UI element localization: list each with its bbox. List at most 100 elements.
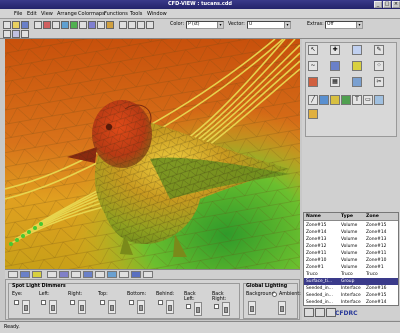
eye-checkbox[interactable] [14, 300, 19, 305]
extras-select[interactable]: Off ▾ [325, 21, 363, 29]
left-slider[interactable] [49, 300, 57, 314]
table-row[interactable]: Zone#14 Volume Zone#14 [304, 229, 398, 236]
line-tool-icon[interactable]: ╱ [308, 95, 318, 105]
bottom-checkbox[interactable] [129, 300, 134, 305]
toolbar-row2-icon[interactable] [3, 30, 11, 38]
top-checkbox[interactable] [100, 300, 105, 305]
table-row[interactable]: Zone#11 Volume Zone#11 [304, 250, 398, 257]
tab-view-8[interactable] [95, 271, 105, 278]
export-tool-icon[interactable] [308, 109, 318, 119]
right-slider[interactable] [78, 300, 86, 314]
left-checkbox[interactable] [41, 300, 46, 305]
table-row[interactable]: Seeded_in... Interface Zone#15 [304, 292, 398, 299]
column-name[interactable]: Name [306, 214, 321, 219]
probe-icon[interactable]: ✚ [330, 45, 340, 55]
table-row[interactable]: Zone#10 Volume Zone#10 [304, 257, 398, 264]
menu-tools[interactable]: Tools [130, 11, 142, 17]
surface-icon[interactable] [308, 77, 318, 87]
ambient-radio[interactable] [272, 292, 277, 297]
reset-icon[interactable] [79, 21, 87, 29]
menu-arrange[interactable]: Arrange [57, 11, 77, 17]
table-row[interactable]: Zone#13 Volume Zone#13 [304, 236, 398, 243]
back-right-slider[interactable] [222, 302, 230, 316]
behind-slider[interactable] [166, 300, 174, 314]
toolbar-row2-icon[interactable] [21, 30, 29, 38]
menu-functions[interactable]: Functions [104, 11, 128, 17]
rotate-icon[interactable] [43, 21, 51, 29]
save-icon[interactable] [21, 21, 29, 29]
mesh-icon[interactable]: ▦ [330, 77, 340, 87]
camera-icon[interactable] [119, 21, 127, 29]
tab-view-6[interactable] [71, 271, 81, 278]
tab-view-7[interactable] [83, 271, 93, 278]
table-row[interactable]: Seeded_in... Interface Zone#16 [304, 285, 398, 292]
ambient-slider[interactable] [278, 301, 286, 315]
vector-select[interactable]: U ▾ [247, 21, 291, 29]
table-row[interactable]: Truco Truco Truco [304, 271, 398, 278]
column-type[interactable]: Type [341, 214, 353, 219]
pan-icon[interactable] [61, 21, 69, 29]
zoom-icon[interactable] [52, 21, 60, 29]
open-icon[interactable] [12, 21, 20, 29]
particle-icon[interactable]: ⁘ [374, 61, 384, 71]
eye-slider[interactable] [22, 300, 30, 314]
streamline-icon[interactable]: ~ [308, 61, 318, 71]
pointer-icon[interactable]: ↖ [308, 45, 318, 55]
tab-view-10[interactable] [119, 271, 129, 278]
right-checkbox[interactable] [70, 300, 75, 305]
menu-colormaps[interactable]: Colormaps [78, 11, 105, 17]
table-row[interactable]: Zone#12 Volume Zone#12 [304, 243, 398, 250]
3d-viewport[interactable] [5, 39, 300, 269]
table-row[interactable]: Seeded_in... Interface Zone#14 [304, 299, 398, 305]
close-button[interactable]: × [392, 1, 400, 8]
table-row[interactable]: Surface_ti... Group [304, 278, 398, 285]
new-icon[interactable] [3, 21, 11, 29]
select-icon[interactable] [34, 21, 42, 29]
text-tool-icon[interactable]: T [352, 95, 362, 105]
view-icon[interactable] [88, 21, 96, 29]
tab-view-2[interactable] [20, 271, 30, 278]
back-left-checkbox[interactable] [186, 304, 191, 309]
vector-icon[interactable] [330, 61, 340, 71]
tab-view-9[interactable] [107, 271, 117, 278]
menu-edit[interactable]: Edit [27, 11, 37, 17]
grid-icon[interactable] [97, 21, 105, 29]
iso-icon[interactable]: ✎ [374, 45, 384, 55]
menu-window[interactable]: Window [147, 11, 167, 17]
toolbar-row2-icon[interactable] [12, 30, 20, 38]
image-tool-icon[interactable] [374, 95, 384, 105]
paint-tool-icon[interactable] [330, 95, 340, 105]
fill-tool-icon[interactable] [341, 95, 351, 105]
undo-icon[interactable] [137, 21, 145, 29]
minimize-button[interactable]: _ [374, 1, 382, 8]
redo-icon[interactable] [146, 21, 154, 29]
menu-view[interactable]: View [41, 11, 53, 17]
print-icon[interactable] [128, 21, 136, 29]
remove-object-button[interactable] [315, 308, 325, 317]
tab-view-12[interactable] [143, 271, 153, 278]
behind-checkbox[interactable] [158, 300, 163, 305]
column-zone[interactable]: Zone [366, 214, 379, 219]
color-tool-icon[interactable] [319, 95, 329, 105]
top-slider[interactable] [108, 300, 116, 314]
plane-icon[interactable] [352, 77, 362, 87]
table-row[interactable]: Zone#15 Volume Zone#15 [304, 222, 398, 229]
light-icon[interactable] [106, 21, 114, 29]
tab-view-4[interactable] [47, 271, 57, 278]
table-row[interactable]: Zone#1 Volume Zone#1 [304, 264, 398, 271]
background-slider[interactable] [248, 301, 256, 315]
tab-view-3[interactable] [32, 271, 42, 278]
tab-view-5[interactable] [59, 271, 69, 278]
maximize-button[interactable]: □ [383, 1, 391, 8]
fit-icon[interactable] [70, 21, 78, 29]
tab-view-11[interactable] [131, 271, 141, 278]
color-select[interactable]: P (st) ▾ [186, 21, 224, 29]
cut-icon[interactable]: ✂ [374, 77, 384, 87]
rect-tool-icon[interactable]: ▭ [363, 95, 373, 105]
add-object-button[interactable] [304, 308, 314, 317]
bottom-slider[interactable] [137, 300, 145, 314]
back-right-checkbox[interactable] [214, 304, 219, 309]
menu-file[interactable]: File [14, 11, 22, 17]
tab-view-1[interactable] [8, 271, 18, 278]
slice-icon[interactable] [352, 45, 362, 55]
